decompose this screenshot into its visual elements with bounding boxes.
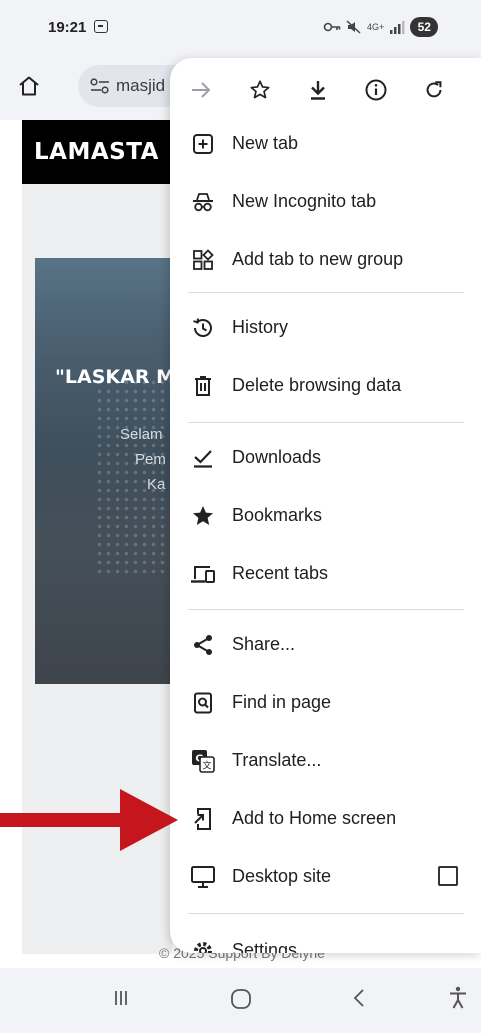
menu-item-label: New Incognito tab (232, 191, 377, 211)
overflow-menu: New tab New Incognito tab Add tab to new… (170, 58, 481, 953)
mute-icon (346, 20, 361, 34)
menu-item-find-in-page[interactable]: Find in page (170, 676, 481, 730)
menu-item-recent-tabs[interactable]: Recent tabs (170, 547, 481, 601)
accessibility-icon[interactable] (448, 986, 468, 1010)
home-button-icon[interactable] (230, 988, 252, 1010)
menu-item-translate[interactable]: G文 Translate... (170, 734, 481, 788)
forward-button[interactable] (185, 74, 217, 106)
menu-item-label: Recent tabs (232, 563, 329, 583)
hero-banner: "LASKAR M Selam Pem Ka (35, 258, 175, 684)
desktop-icon (190, 864, 216, 890)
menu-toolbar (170, 58, 481, 122)
new-tab-icon (190, 131, 216, 157)
menu-item-label: Delete browsing data (232, 375, 402, 395)
bookmark-star-icon (250, 80, 270, 99)
menu-divider (188, 609, 464, 610)
menu-item-label: Desktop site (232, 866, 332, 886)
trash-icon (190, 373, 216, 399)
download-icon (311, 81, 325, 100)
recent-apps-icon[interactable] (114, 988, 128, 1008)
info-icon (365, 79, 387, 101)
menu-item-label: Share... (232, 634, 296, 654)
menu-item-share[interactable]: Share... (170, 618, 481, 672)
menu-item-label: New tab (232, 133, 299, 153)
menu-item-add-to-home-screen[interactable]: Add to Home screen (170, 792, 481, 846)
menu-divider (188, 292, 464, 293)
menu-item-label: Add to Home screen (232, 808, 397, 828)
devices-icon (190, 561, 216, 587)
incognito-icon (190, 189, 216, 215)
menu-item-label: History (232, 317, 289, 337)
hero-line-3: Ka (147, 476, 166, 493)
menu-item-new-tab[interactable]: New tab (170, 117, 481, 171)
history-icon (190, 315, 216, 341)
menu-item-add-tab-to-group[interactable]: Add tab to new group (170, 233, 481, 287)
menu-item-delete-browsing-data[interactable]: Delete browsing data (170, 359, 481, 413)
svg-text:文: 文 (202, 760, 211, 772)
key-icon (323, 22, 341, 32)
download-button[interactable] (302, 74, 334, 106)
menu-item-label: Find in page (232, 692, 332, 712)
menu-item-downloads[interactable]: Downloads (170, 431, 481, 485)
find-in-page-icon (190, 690, 216, 716)
refresh-button[interactable] (418, 74, 450, 106)
menu-item-label: Translate... (232, 750, 322, 770)
url-text: masjid (116, 76, 166, 95)
star-filled-icon (190, 503, 216, 529)
annotation-arrow (0, 789, 178, 851)
settings-icon (190, 938, 216, 953)
page-info-button[interactable] (360, 74, 392, 106)
notification-icon (94, 20, 108, 33)
desktop-site-checkbox[interactable] (438, 866, 458, 886)
hero-line-2: Pem (135, 451, 166, 468)
menu-item-label: Downloads (232, 447, 322, 467)
bookmark-button[interactable] (244, 74, 276, 106)
menu-item-desktop-site[interactable]: Desktop site (170, 850, 481, 904)
menu-divider (188, 422, 464, 423)
status-time: 19:21 (48, 19, 87, 36)
translate-icon: G文 (190, 748, 216, 774)
signal-icon (390, 21, 405, 34)
back-icon[interactable] (352, 988, 366, 1008)
site-settings-icon[interactable] (90, 78, 110, 94)
menu-divider (188, 913, 464, 914)
site-logo: LAMASTA (34, 139, 159, 165)
network-type: 4G+ (367, 22, 385, 32)
status-icons: 4G+ 52 (323, 17, 439, 37)
home-icon[interactable] (18, 76, 40, 96)
menu-item-new-incognito-tab[interactable]: New Incognito tab (170, 175, 481, 229)
status-bar: 19:21 4G+ 52 (0, 0, 481, 52)
menu-item-settings[interactable]: Settings (170, 924, 481, 953)
battery-badge: 52 (410, 17, 439, 37)
menu-item-label: Add tab to new group (232, 249, 404, 269)
downloads-check-icon (190, 445, 216, 471)
menu-item-label: Bookmarks (232, 505, 323, 525)
hero-title: "LASKAR M (55, 366, 175, 388)
hero-line-1: Selam (120, 426, 163, 443)
share-icon (190, 632, 216, 658)
menu-item-label: Settings (232, 940, 298, 953)
refresh-icon (426, 81, 442, 98)
add-to-home-icon (190, 806, 216, 832)
forward-icon (192, 82, 211, 98)
system-nav-bar (0, 968, 481, 1033)
menu-item-bookmarks[interactable]: Bookmarks (170, 489, 481, 543)
tab-group-icon (190, 247, 216, 273)
menu-item-history[interactable]: History (170, 301, 481, 355)
